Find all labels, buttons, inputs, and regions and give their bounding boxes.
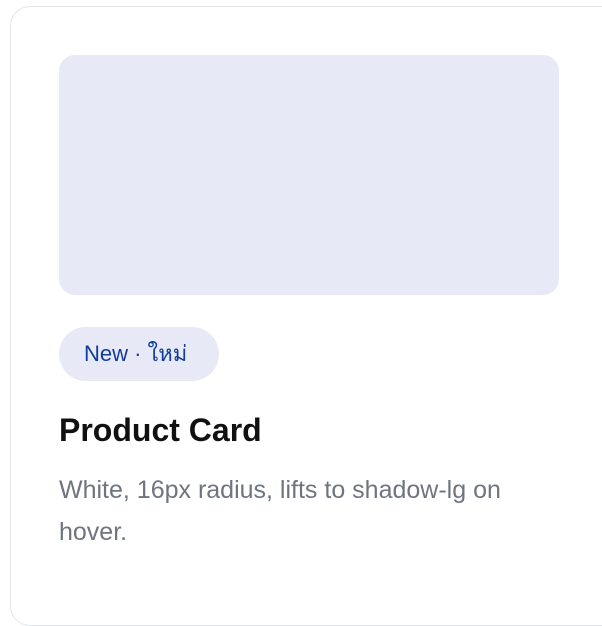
new-badge: New · ใหม่ <box>59 327 219 381</box>
card-image-placeholder <box>59 55 559 295</box>
card-description: White, 16px radius, lifts to shadow-lg o… <box>59 476 501 546</box>
card-title: Product Card <box>59 412 262 448</box>
